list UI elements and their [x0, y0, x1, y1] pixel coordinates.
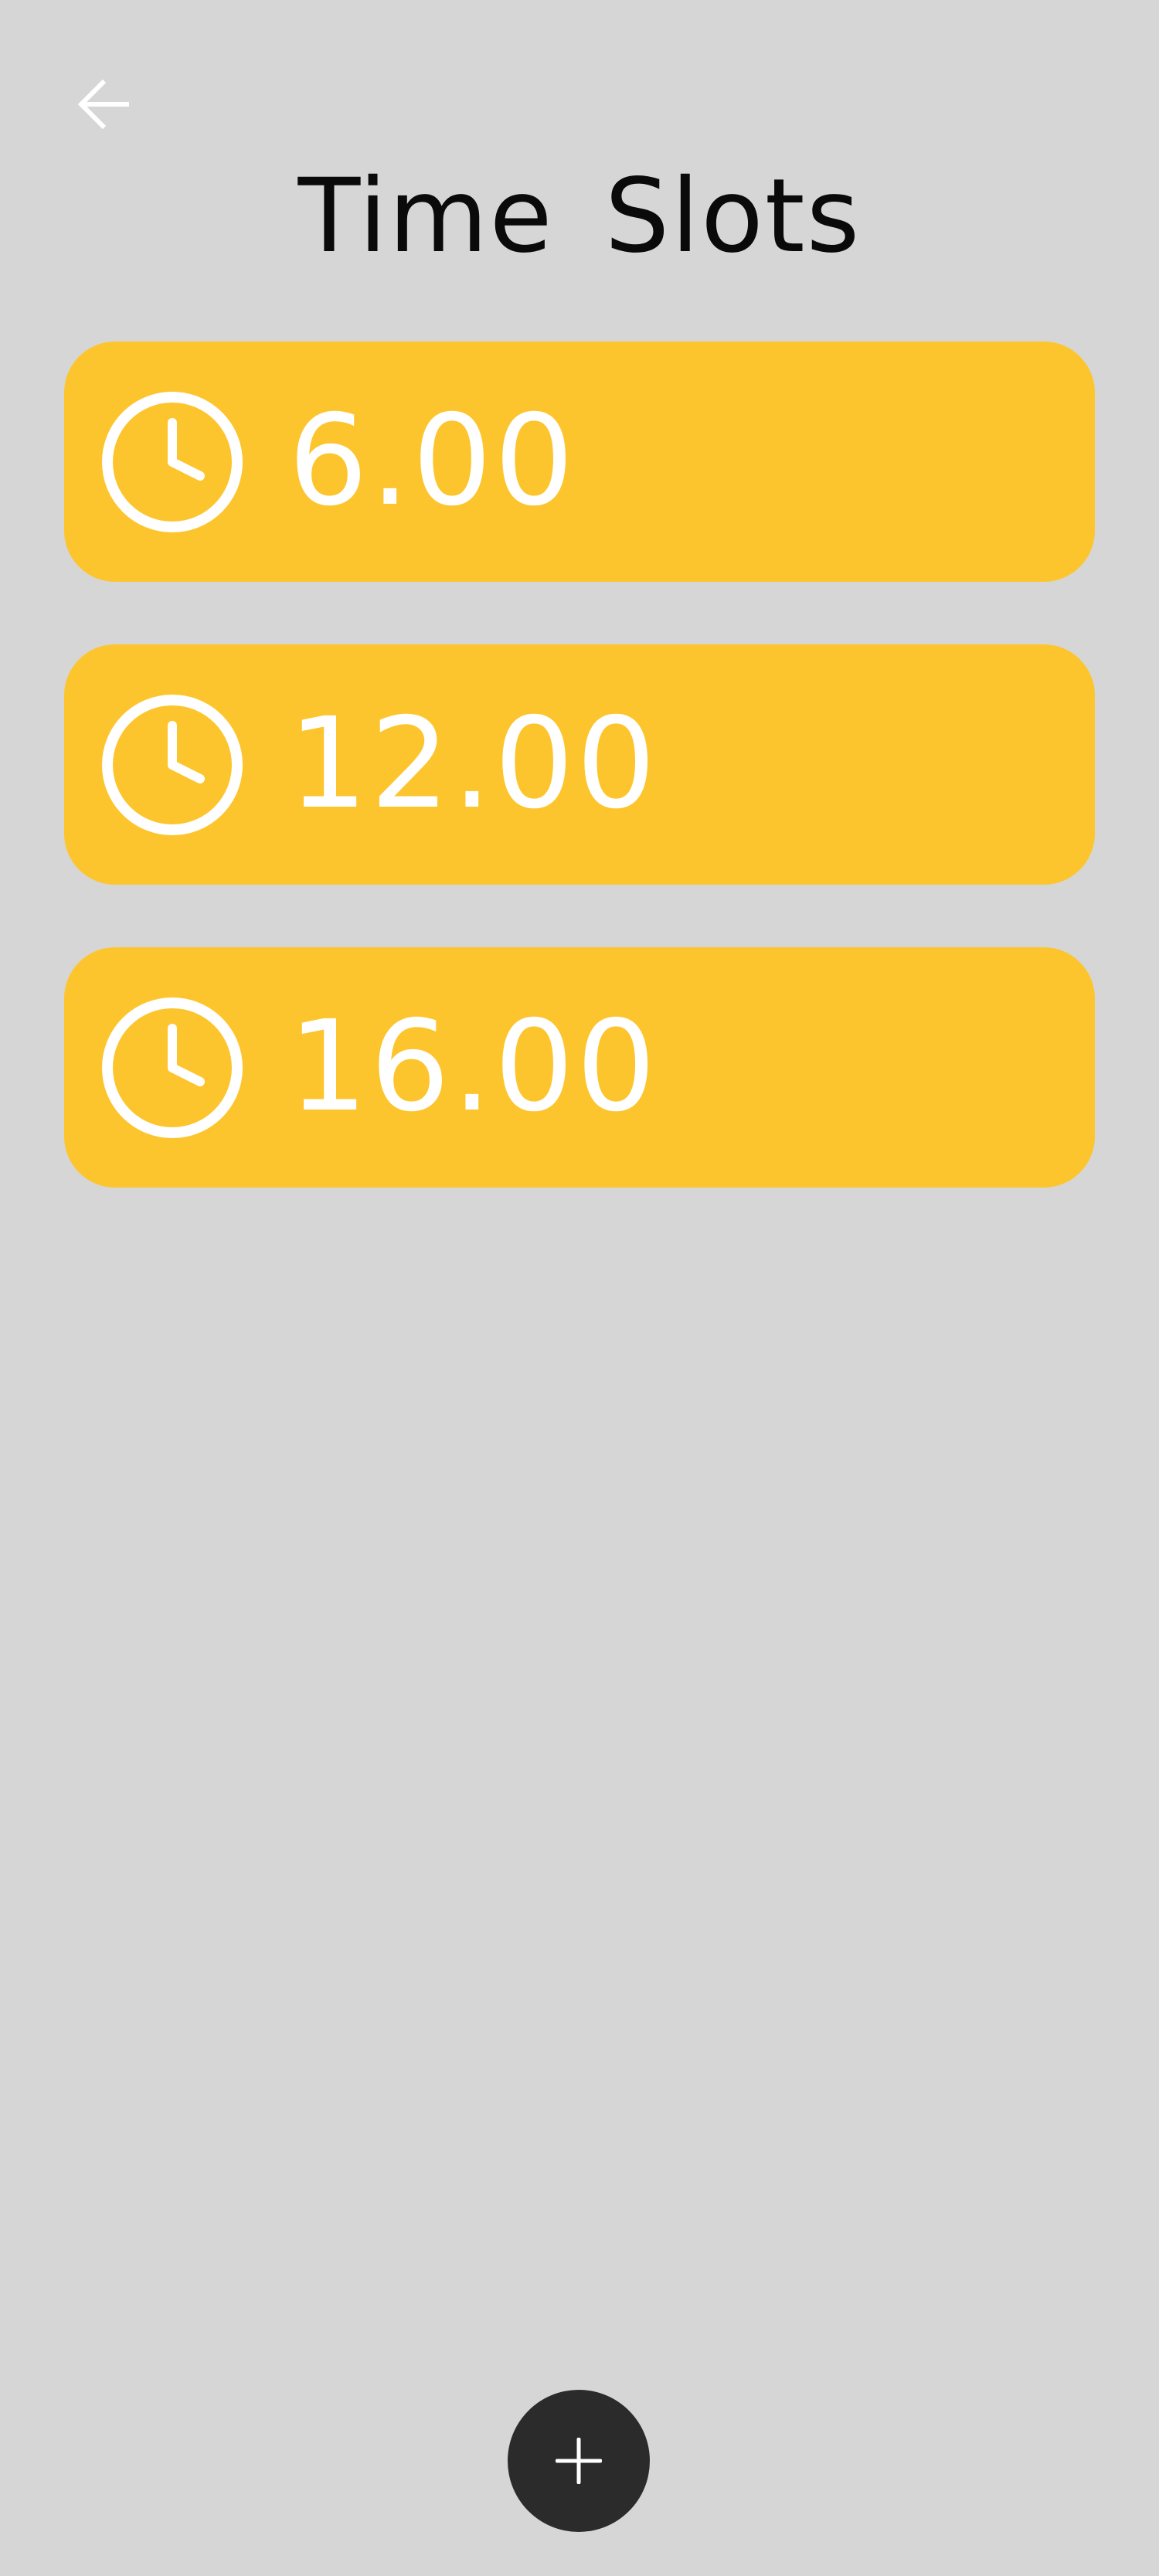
clock-icon	[102, 997, 243, 1138]
arrow-left-icon	[77, 79, 129, 130]
time-slot-label: 12.00	[288, 692, 658, 837]
plus-icon	[556, 2438, 602, 2484]
time-slot-label: 16.00	[288, 994, 658, 1140]
time-slot-label: 6.00	[288, 389, 576, 534]
time-slot-card[interactable]: 6.00	[64, 342, 1095, 582]
time-slot-card[interactable]: 12.00	[64, 644, 1095, 885]
clock-icon	[102, 392, 243, 532]
page-title: Time Slots	[297, 157, 862, 276]
clock-icon	[102, 695, 243, 835]
time-slot-card[interactable]: 16.00	[64, 947, 1095, 1188]
add-time-slot-button[interactable]	[508, 2390, 650, 2532]
time-slot-list: 6.00 12.00 16.00	[64, 342, 1095, 1250]
back-button[interactable]	[70, 70, 139, 139]
